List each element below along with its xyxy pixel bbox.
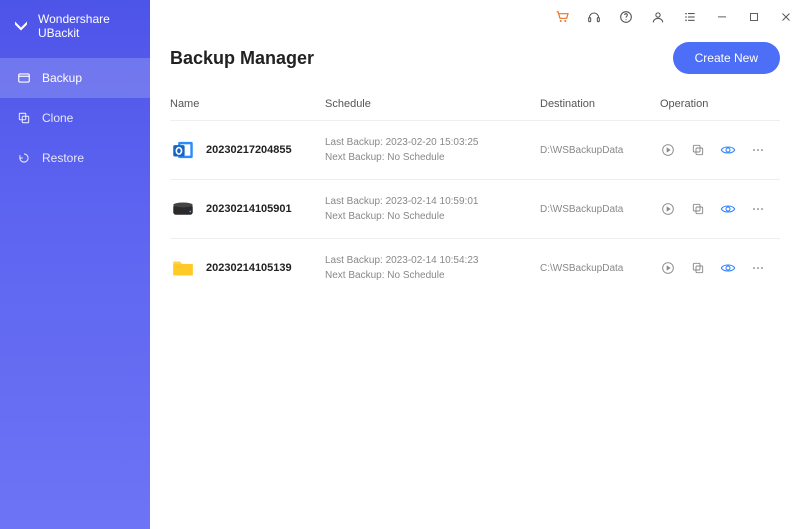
disk-icon — [170, 196, 196, 222]
operation-cell — [660, 201, 780, 217]
clone-icon — [16, 110, 32, 126]
header-row: Backup Manager Create New — [170, 42, 780, 74]
destination-cell: D:\WSBackupData — [540, 204, 660, 215]
minimize-icon[interactable] — [714, 9, 730, 25]
view-icon[interactable] — [720, 260, 736, 276]
operation-cell — [660, 260, 780, 276]
schedule-cell: Last Backup: 2023-02-20 15:03:25 Next Ba… — [325, 135, 540, 165]
cart-icon[interactable] — [554, 9, 570, 25]
restore-icon — [16, 150, 32, 166]
copy-icon[interactable] — [690, 142, 706, 158]
content: Backup Manager Create New Name Schedule … — [150, 34, 800, 529]
name-cell: 20230217204855 — [170, 137, 325, 163]
logo-row: Wondershare UBackit — [0, 0, 150, 58]
more-icon[interactable] — [750, 260, 766, 276]
name-cell: 20230214105139 — [170, 255, 325, 281]
copy-icon[interactable] — [690, 260, 706, 276]
name-cell: 20230214105901 — [170, 196, 325, 222]
col-destination: Destination — [540, 98, 660, 110]
col-operation: Operation — [660, 98, 780, 110]
maximize-icon[interactable] — [746, 9, 762, 25]
backup-icon — [16, 70, 32, 86]
operation-cell — [660, 142, 780, 158]
headset-icon[interactable] — [586, 9, 602, 25]
sidebar-item-backup[interactable]: Backup — [0, 58, 150, 98]
column-headers: Name Schedule Destination Operation — [170, 92, 780, 120]
close-icon[interactable] — [778, 9, 794, 25]
app-title: Wondershare UBackit — [38, 12, 138, 40]
view-icon[interactable] — [720, 142, 736, 158]
titlebar — [150, 0, 800, 34]
create-new-button[interactable]: Create New — [673, 42, 780, 74]
schedule-cell: Last Backup: 2023-02-14 10:54:23 Next Ba… — [325, 253, 540, 283]
backup-now-icon[interactable] — [660, 142, 676, 158]
sidebar: Wondershare UBackit Backup Clone Restore — [0, 0, 150, 529]
main: Backup Manager Create New Name Schedule … — [150, 0, 800, 529]
menu-icon[interactable] — [682, 9, 698, 25]
help-icon[interactable] — [618, 9, 634, 25]
user-icon[interactable] — [650, 9, 666, 25]
col-name: Name — [170, 98, 325, 110]
sidebar-item-label: Restore — [42, 151, 84, 165]
task-name: 20230214105901 — [206, 203, 292, 215]
more-icon[interactable] — [750, 142, 766, 158]
col-schedule: Schedule — [325, 98, 540, 110]
table-row: 20230214105139 Last Backup: 2023-02-14 1… — [170, 238, 780, 297]
more-icon[interactable] — [750, 201, 766, 217]
destination-cell: C:\WSBackupData — [540, 263, 660, 274]
outlook-icon — [170, 137, 196, 163]
table-row: 20230217204855 Last Backup: 2023-02-20 1… — [170, 120, 780, 179]
page-title: Backup Manager — [170, 48, 314, 69]
backup-now-icon[interactable] — [660, 201, 676, 217]
schedule-cell: Last Backup: 2023-02-14 10:59:01 Next Ba… — [325, 194, 540, 224]
copy-icon[interactable] — [690, 201, 706, 217]
task-name: 20230217204855 — [206, 144, 292, 156]
nav: Backup Clone Restore — [0, 58, 150, 178]
folder-icon — [170, 255, 196, 281]
sidebar-item-clone[interactable]: Clone — [0, 98, 150, 138]
sidebar-item-label: Backup — [42, 71, 82, 85]
sidebar-item-label: Clone — [42, 111, 73, 125]
sidebar-item-restore[interactable]: Restore — [0, 138, 150, 178]
destination-cell: D:\WSBackupData — [540, 145, 660, 156]
app-logo-icon — [12, 17, 30, 35]
task-name: 20230214105139 — [206, 262, 292, 274]
backup-now-icon[interactable] — [660, 260, 676, 276]
view-icon[interactable] — [720, 201, 736, 217]
table-row: 20230214105901 Last Backup: 2023-02-14 1… — [170, 179, 780, 238]
